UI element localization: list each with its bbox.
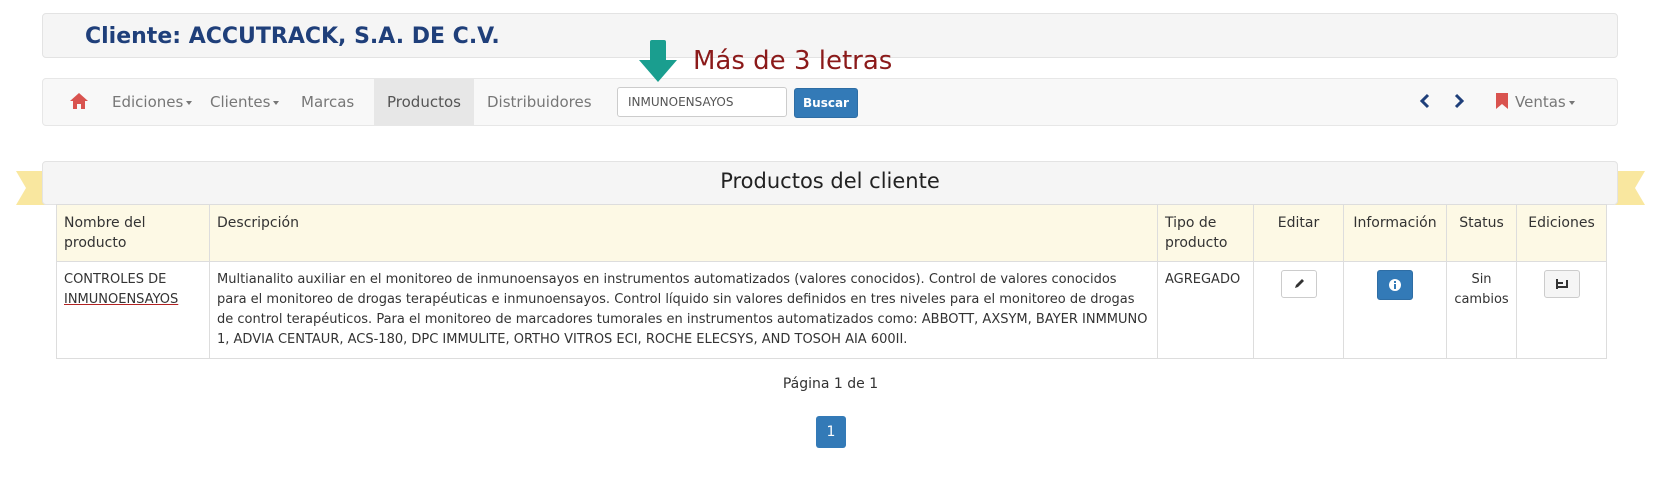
ribbon-right <box>1615 171 1645 205</box>
editions-cell <box>1516 261 1607 359</box>
editions-icon <box>1555 279 1568 289</box>
info-icon <box>1389 279 1401 291</box>
chevron-left-icon[interactable] <box>1419 79 1431 125</box>
nav-ediciones[interactable]: Ediciones <box>112 79 193 125</box>
caret-down-icon <box>273 100 280 105</box>
caret-down-icon <box>186 100 193 105</box>
pencil-icon <box>1294 279 1304 288</box>
info-button[interactable] <box>1377 270 1413 300</box>
col-header-type: Tipo de producto <box>1157 204 1254 262</box>
edit-button[interactable] <box>1280 270 1317 298</box>
table-row: CONTROLES DE INMUNOENSAYOS Multianalito … <box>56 261 1607 359</box>
col-header-description: Descripción <box>209 204 1158 262</box>
editions-button[interactable] <box>1543 270 1580 298</box>
hint-text: Más de 3 letras <box>693 46 893 76</box>
nav-ediciones-label: Ediciones <box>112 93 184 111</box>
search-button[interactable]: Buscar <box>794 88 858 118</box>
pagination-label: Página 1 de 1 <box>782 376 879 392</box>
chevron-right-icon[interactable] <box>1453 79 1465 125</box>
panel-title: Productos del cliente <box>720 169 940 193</box>
arrow-down-icon <box>639 40 677 82</box>
client-title: Cliente: ACCUTRACK, S.A. DE C.V. <box>85 24 500 49</box>
edit-cell <box>1253 261 1344 359</box>
sales-menu[interactable]: Ventas <box>1495 79 1575 125</box>
product-name[interactable]: CONTROLES DE INMUNOENSAYOS <box>56 261 210 359</box>
col-header-info: Información <box>1343 204 1447 262</box>
product-description: Multianalito auxiliar en el monitoreo de… <box>209 261 1158 359</box>
nav-clientes[interactable]: Clientes <box>210 79 280 125</box>
caret-down-icon <box>1568 100 1575 105</box>
table-header-row: Nombre del producto Descripción Tipo de … <box>56 204 1607 262</box>
product-type: AGREGADO <box>1157 261 1254 359</box>
nav-productos[interactable]: Productos <box>374 79 474 125</box>
bookmark-icon <box>1496 92 1508 109</box>
search-input[interactable] <box>617 87 787 117</box>
navbar: Ediciones Clientes Marcas Productos Dist… <box>42 78 1618 126</box>
col-header-editions: Ediciones <box>1516 204 1607 262</box>
nav-marcas[interactable]: Marcas <box>301 79 354 125</box>
products-panel-header: Productos del cliente <box>42 161 1618 205</box>
status-cell: Sin cambios <box>1446 261 1517 359</box>
nav-clientes-label: Clientes <box>210 93 271 111</box>
home-icon[interactable] <box>69 79 89 125</box>
col-header-edit: Editar <box>1253 204 1344 262</box>
product-name-line2[interactable]: INMUNOENSAYOS <box>64 292 178 307</box>
page-button-1[interactable]: 1 <box>816 416 846 448</box>
col-header-status: Status <box>1446 204 1517 262</box>
nav-distribuidores[interactable]: Distribuidores <box>487 79 592 125</box>
col-header-name: Nombre del producto <box>56 204 210 262</box>
info-cell <box>1343 261 1447 359</box>
product-name-line1: CONTROLES DE <box>64 272 167 287</box>
sales-label: Ventas <box>1515 93 1566 111</box>
products-table: Nombre del producto Descripción Tipo de … <box>56 204 1607 359</box>
